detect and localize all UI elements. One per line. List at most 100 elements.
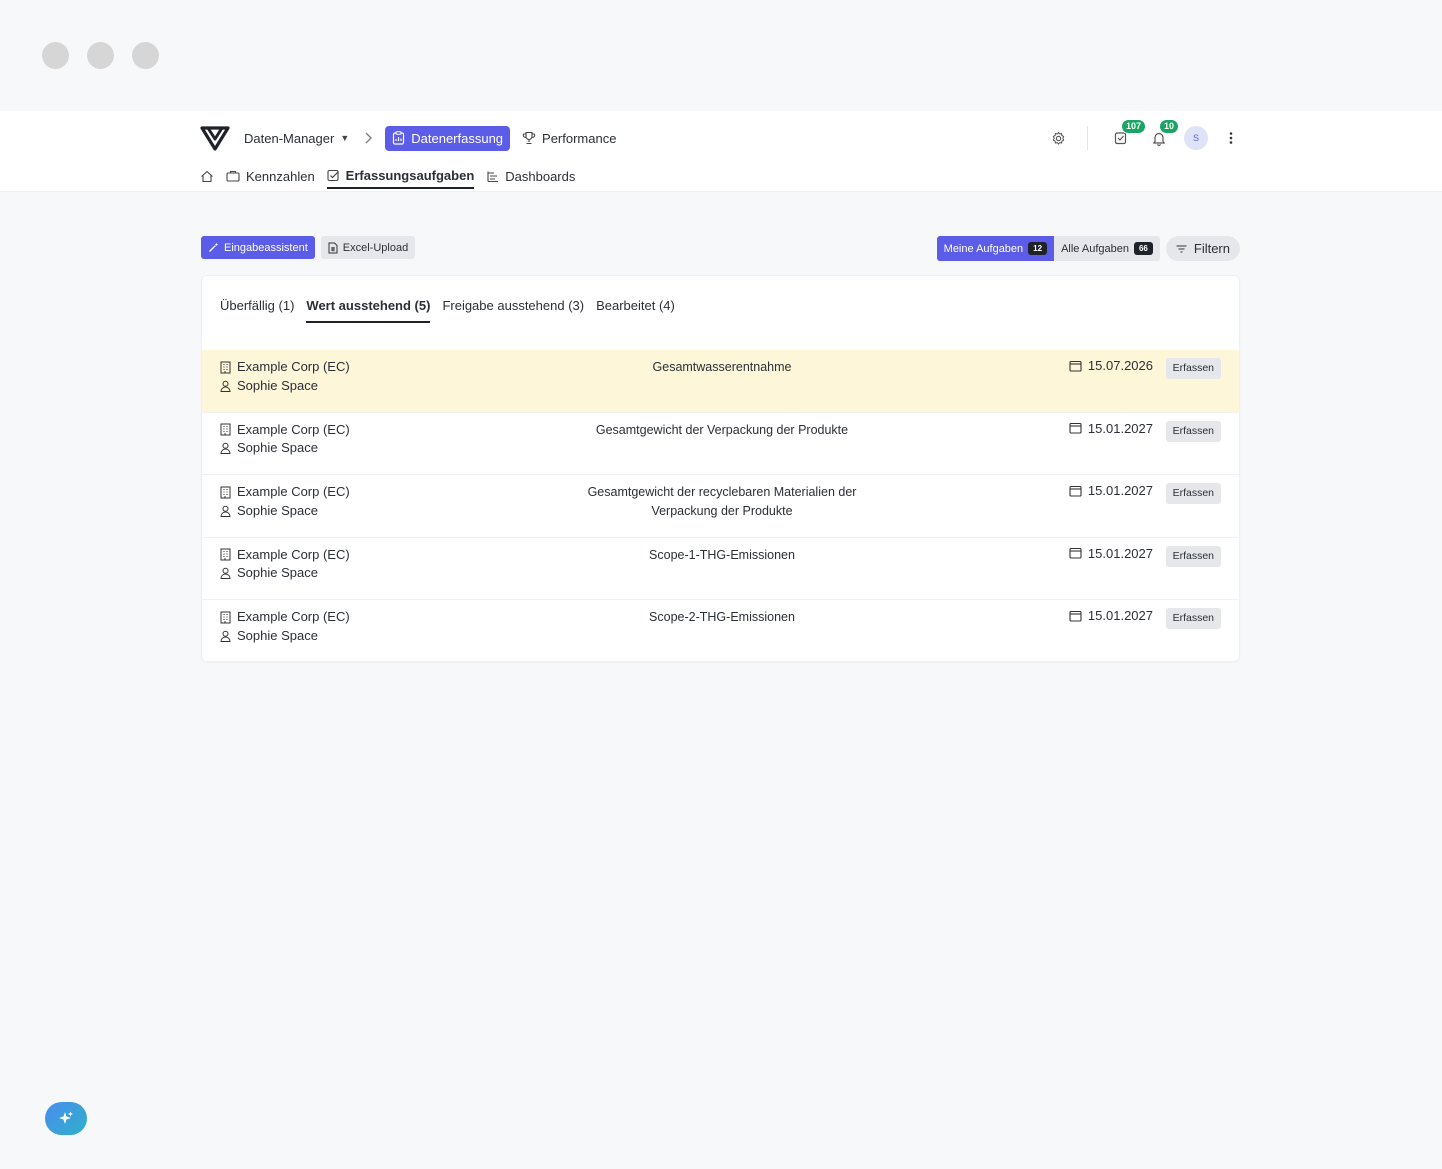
user-icon: [220, 505, 231, 517]
task-scope-toggle: Meine Aufgaben 12 Alle Aufgaben 66: [936, 236, 1160, 261]
header-actions: 107 10 S: [1047, 119, 1242, 153]
task-due-date: 15.01.2027: [1069, 608, 1153, 623]
user-icon: [220, 630, 231, 642]
subnav-kennzahlen-label: Kennzahlen: [246, 168, 315, 184]
calendar-icon: [1069, 485, 1082, 497]
input-assistant-label: Eingabeassistent: [224, 241, 308, 254]
task-metric: Gesamtwasserentnahme: [652, 360, 792, 374]
task-company: Example Corp (EC): [237, 609, 350, 624]
task-person: Sophie Space: [237, 440, 318, 455]
user-avatar[interactable]: S: [1184, 126, 1208, 150]
task-owner: Example Corp (EC) Sophie Space: [220, 608, 350, 645]
trophy-icon: [522, 131, 536, 145]
capture-button[interactable]: Erfassen: [1165, 545, 1221, 567]
subnav-dashboards-label: Dashboards: [505, 168, 576, 184]
task-row[interactable]: Example Corp (EC) Sophie Space Scope-1-T…: [202, 538, 1239, 600]
top-navigation: Daten-Manager ▼ Datenerfassung Performan…: [200, 119, 1242, 153]
building-icon: [220, 548, 231, 561]
task-due-date: 15.01.2027: [1069, 421, 1153, 436]
tab-overdue[interactable]: Überfällig (1): [220, 298, 294, 323]
task-list: Example Corp (EC) Sophie Space Gesamtwas…: [202, 350, 1239, 663]
task-person: Sophie Space: [237, 627, 318, 643]
avatar-initial: S: [1192, 133, 1199, 143]
building-icon: [220, 611, 231, 624]
checkbox-icon: [327, 169, 340, 182]
header-divider: [1087, 126, 1088, 150]
task-company: Example Corp (EC): [237, 359, 350, 374]
wand-icon: [208, 242, 219, 253]
settings-gear-icon[interactable]: [1047, 127, 1069, 149]
notifications-count-badge: 10: [1159, 119, 1180, 134]
task-row[interactable]: Example Corp (EC) Sophie Space Scope-2-T…: [202, 600, 1239, 663]
app-dropdown-label: Daten-Manager: [244, 130, 335, 146]
task-metric: Gesamtgewicht der Verpackung der Produkt…: [595, 422, 849, 437]
list-tree-icon: [486, 170, 499, 183]
chevron-right-icon: [363, 132, 373, 144]
clipboard-chart-icon: [392, 131, 405, 145]
excel-upload-button[interactable]: Excel-Upload: [320, 236, 416, 259]
ai-assistant-button[interactable]: [45, 1102, 87, 1135]
filter-label: Filtern: [1193, 241, 1230, 256]
filter-lines-icon: [1176, 244, 1187, 253]
module-performance[interactable]: Performance: [522, 131, 616, 146]
notifications-button[interactable]: 10: [1148, 119, 1180, 149]
task-owner: Example Corp (EC) Sophie Space: [220, 546, 350, 583]
file-spreadsheet-icon: [328, 242, 338, 254]
task-row[interactable]: Example Corp (EC) Sophie Space Gesamtwas…: [202, 350, 1239, 413]
tab-processed[interactable]: Bearbeitet (4): [596, 298, 675, 323]
task-due-date: 15.07.2026: [1069, 358, 1153, 373]
subnav-erfassungsaufgaben-label: Erfassungsaufgaben: [345, 167, 475, 183]
tasks-count-badge: 107: [1121, 119, 1147, 134]
task-metric: Scope-2-THG-Emissionen: [649, 610, 795, 624]
all-tasks-toggle[interactable]: Alle Aufgaben 66: [1054, 236, 1160, 261]
my-tasks-toggle[interactable]: Meine Aufgaben 12: [936, 236, 1055, 261]
window-close-dot[interactable]: [42, 42, 69, 69]
task-owner: Example Corp (EC) Sophie Space: [220, 421, 350, 458]
all-tasks-label: Alle Aufgaben: [1061, 242, 1129, 255]
task-person: Sophie Space: [237, 377, 318, 393]
calendar-icon: [1069, 360, 1082, 372]
building-icon: [220, 486, 231, 499]
tab-value-pending[interactable]: Wert ausstehend (5): [306, 298, 431, 323]
building-icon: [220, 361, 231, 374]
my-tasks-count: 12: [1028, 242, 1048, 255]
app-header: Daten-Manager ▼ Datenerfassung Performan…: [0, 111, 1442, 192]
tasks-card: Überfällig (1) Wert ausstehend (5) Freig…: [201, 275, 1240, 662]
window-minimize-dot[interactable]: [87, 42, 114, 69]
tasks-inbox-button[interactable]: 107: [1110, 119, 1147, 149]
task-person: Sophie Space: [237, 565, 318, 580]
sub-navigation: Kennzahlen Erfassungsaufgaben Dashboards: [200, 163, 587, 192]
building-icon: [220, 423, 231, 436]
capture-button[interactable]: Erfassen: [1165, 608, 1221, 629]
toolbar-right: Meine Aufgaben 12 Alle Aufgaben 66 Filte…: [936, 236, 1240, 261]
logo-icon[interactable]: [200, 125, 230, 151]
all-tasks-count: 66: [1133, 242, 1153, 255]
task-company: Example Corp (EC): [237, 546, 350, 562]
capture-button[interactable]: Erfassen: [1165, 420, 1221, 442]
more-vertical-icon[interactable]: [1220, 127, 1242, 149]
window-maximize-dot[interactable]: [132, 42, 159, 69]
task-due-date: 15.01.2027: [1069, 483, 1153, 498]
tab-approval-pending[interactable]: Freigabe ausstehend (3): [442, 298, 584, 323]
subnav-dashboards[interactable]: Dashboards: [486, 163, 575, 189]
user-icon: [220, 442, 231, 455]
capture-button[interactable]: Erfassen: [1165, 358, 1221, 379]
task-row[interactable]: Example Corp (EC) Sophie Space Gesamtgew…: [202, 413, 1239, 475]
module-performance-label: Performance: [542, 130, 617, 146]
subnav-kennzahlen[interactable]: Kennzahlen: [226, 163, 315, 189]
calendar-icon: [1069, 610, 1082, 622]
my-tasks-label: Meine Aufgaben: [943, 242, 1024, 255]
home-icon[interactable]: [200, 163, 214, 189]
module-datenerfassung-label: Datenerfassung: [411, 130, 504, 146]
status-tabs: Überfällig (1) Wert ausstehend (5) Freig…: [220, 298, 675, 323]
task-row[interactable]: Example Corp (EC) Sophie Space Gesamtgew…: [202, 475, 1239, 538]
module-datenerfassung[interactable]: Datenerfassung: [385, 125, 511, 151]
filter-button[interactable]: Filtern: [1165, 236, 1240, 261]
task-company: Example Corp (EC): [237, 421, 350, 437]
app-dropdown[interactable]: Daten-Manager ▼: [244, 131, 349, 146]
task-due-date: 15.01.2027: [1069, 546, 1153, 561]
task-metric: Gesamtgewicht der recyclebaren Materiali…: [587, 485, 857, 518]
input-assistant-button[interactable]: Eingabeassistent: [201, 236, 315, 259]
subnav-erfassungsaufgaben[interactable]: Erfassungsaufgaben: [326, 163, 475, 189]
capture-button[interactable]: Erfassen: [1165, 483, 1221, 504]
